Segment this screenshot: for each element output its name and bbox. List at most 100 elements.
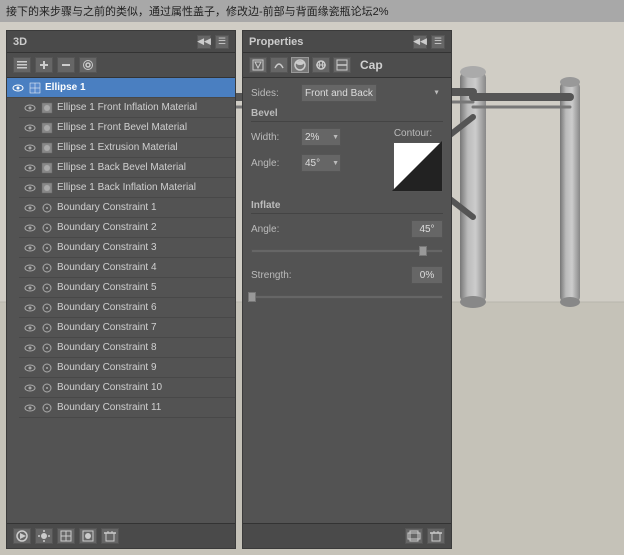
eye-icon[interactable] — [23, 141, 37, 155]
top-banner: 接下的来步骤与之前的类似，通过属性盖子，修改边-前部与背面缘瓷瓶论坛2% — [0, 0, 624, 22]
eye-icon[interactable] — [23, 201, 37, 215]
eye-icon[interactable] — [23, 341, 37, 355]
layer-thumb — [28, 81, 42, 95]
panel-menu-btn[interactable]: ☰ — [215, 35, 229, 49]
mesh-btn[interactable] — [249, 57, 267, 73]
prop-trash-btn[interactable] — [427, 528, 445, 544]
width-label: Width: — [251, 132, 301, 143]
eye-icon[interactable] — [23, 281, 37, 295]
inflate-strength-slider[interactable] — [251, 290, 443, 304]
add-mesh-btn[interactable] — [57, 528, 75, 544]
layer-bc6[interactable]: Boundary Constraint 6 — [19, 298, 235, 318]
eye-icon[interactable] — [23, 161, 37, 175]
inflate-strength-value[interactable]: 0% — [411, 266, 443, 284]
panel-3d: 3D ◀◀ ☰ Ellipse 1 — [6, 30, 236, 549]
layer-bc3[interactable]: Boundary Constraint 3 — [19, 238, 235, 258]
layer-label: Ellipse 1 Front Inflation Material — [57, 102, 197, 113]
eye-icon[interactable] — [23, 261, 37, 275]
layer-bc8[interactable]: Boundary Constraint 8 — [19, 338, 235, 358]
inflate-section: Inflate Angle: 45° — [251, 200, 443, 304]
inflate-angle-track — [251, 249, 443, 253]
properties-content: Sides: Front and Back Front Back None Be… — [243, 78, 451, 523]
inflate-angle-thumb[interactable] — [419, 246, 427, 256]
inflate-strength-track — [251, 295, 443, 299]
cross-section-btn[interactable] — [333, 57, 351, 73]
layer-label: Boundary Constraint 4 — [57, 262, 157, 273]
angle-label: Angle: — [251, 158, 301, 169]
layer-bc1[interactable]: Boundary Constraint 1 — [19, 198, 235, 218]
new-layer-icon[interactable] — [35, 57, 53, 73]
eye-icon[interactable] — [23, 101, 37, 115]
contour-preview[interactable] — [393, 142, 443, 192]
contour-label: Contour: — [394, 128, 432, 139]
layer-list: Ellipse 1 Ellipse 1 Front Inflation Mate… — [7, 78, 235, 523]
layer-back-inflation[interactable]: Ellipse 1 Back Inflation Material — [19, 178, 235, 198]
inflate-angle-slider[interactable] — [251, 244, 443, 258]
eye-icon[interactable] — [23, 121, 37, 135]
panel-collapse-btn[interactable]: ◀◀ — [197, 35, 211, 49]
trash-btn[interactable] — [101, 528, 119, 544]
boundary-icon — [40, 241, 54, 255]
boundary-icon — [40, 361, 54, 375]
properties-toolbar: Cap — [243, 53, 451, 78]
layer-front-bevel[interactable]: Ellipse 1 Front Bevel Material — [19, 118, 235, 138]
eye-icon[interactable] — [23, 361, 37, 375]
sides-select[interactable]: Front and Back Front Back None — [301, 84, 377, 102]
cap-section-label: Cap — [360, 58, 383, 72]
list-icon[interactable] — [13, 57, 31, 73]
layer-label: Boundary Constraint 6 — [57, 302, 157, 313]
add-light-btn[interactable] — [35, 528, 53, 544]
layer-bc7[interactable]: Boundary Constraint 7 — [19, 318, 235, 338]
prop-collapse-btn[interactable]: ◀◀ — [413, 35, 427, 49]
layer-bc4[interactable]: Boundary Constraint 4 — [19, 258, 235, 278]
width-input[interactable] — [301, 128, 341, 146]
contour-triangle — [392, 141, 442, 191]
cap-btn[interactable] — [291, 57, 309, 73]
eye-icon[interactable] — [23, 401, 37, 415]
eye-icon[interactable] — [23, 381, 37, 395]
deform-btn[interactable] — [270, 57, 288, 73]
delete-icon[interactable] — [57, 57, 75, 73]
eye-icon[interactable] — [23, 181, 37, 195]
inflate-strength-label: Strength: — [251, 270, 301, 281]
prop-menu-btn[interactable]: ☰ — [431, 35, 445, 49]
layer-ellipse1[interactable]: Ellipse 1 — [7, 78, 235, 98]
layer-bc5[interactable]: Boundary Constraint 5 — [19, 278, 235, 298]
render-btn[interactable] — [13, 528, 31, 544]
layer-label: Boundary Constraint 3 — [57, 242, 157, 253]
layer-bc2[interactable]: Boundary Constraint 2 — [19, 218, 235, 238]
layer-front-inflation[interactable]: Ellipse 1 Front Inflation Material — [19, 98, 235, 118]
bevel-section: Bevel Width: Angle: — [251, 108, 443, 192]
settings-icon[interactable] — [79, 57, 97, 73]
angle-input[interactable] — [301, 154, 341, 172]
panel-3d-header: 3D ◀◀ ☰ — [7, 31, 235, 53]
width-input-wrapper — [301, 128, 341, 146]
properties-title: Properties — [249, 36, 303, 48]
eye-icon[interactable] — [23, 321, 37, 335]
layer-extrusion[interactable]: Ellipse 1 Extrusion Material — [19, 138, 235, 158]
eye-icon[interactable] — [23, 221, 37, 235]
inflate-angle-group: Angle: 45° — [251, 220, 443, 258]
layer-bc11[interactable]: Boundary Constraint 11 — [19, 398, 235, 418]
eye-icon[interactable] — [23, 241, 37, 255]
eye-icon[interactable] — [11, 81, 25, 95]
layer-bc10[interactable]: Boundary Constraint 10 — [19, 378, 235, 398]
panel-3d-title: 3D — [13, 36, 27, 48]
add-material-btn[interactable] — [79, 528, 97, 544]
layer-bc9[interactable]: Boundary Constraint 9 — [19, 358, 235, 378]
boundary-icon — [40, 321, 54, 335]
scene-btn[interactable] — [312, 57, 330, 73]
inflate-strength-row: Strength: 0% — [251, 266, 443, 284]
layer-label: Boundary Constraint 1 — [57, 202, 157, 213]
layer-back-bevel[interactable]: Ellipse 1 Back Bevel Material — [19, 158, 235, 178]
inflate-angle-value[interactable]: 45° — [411, 220, 443, 238]
inflate-strength-slider-row — [251, 290, 443, 304]
properties-controls: ◀◀ ☰ — [413, 35, 445, 49]
prop-settings-btn[interactable] — [405, 528, 423, 544]
inflate-strength-thumb[interactable] — [248, 292, 256, 302]
eye-icon[interactable] — [23, 301, 37, 315]
layer-label: Boundary Constraint 7 — [57, 322, 157, 333]
boundary-icon — [40, 381, 54, 395]
angle-row: Angle: — [251, 154, 375, 172]
inflate-angle-slider-row — [251, 244, 443, 258]
